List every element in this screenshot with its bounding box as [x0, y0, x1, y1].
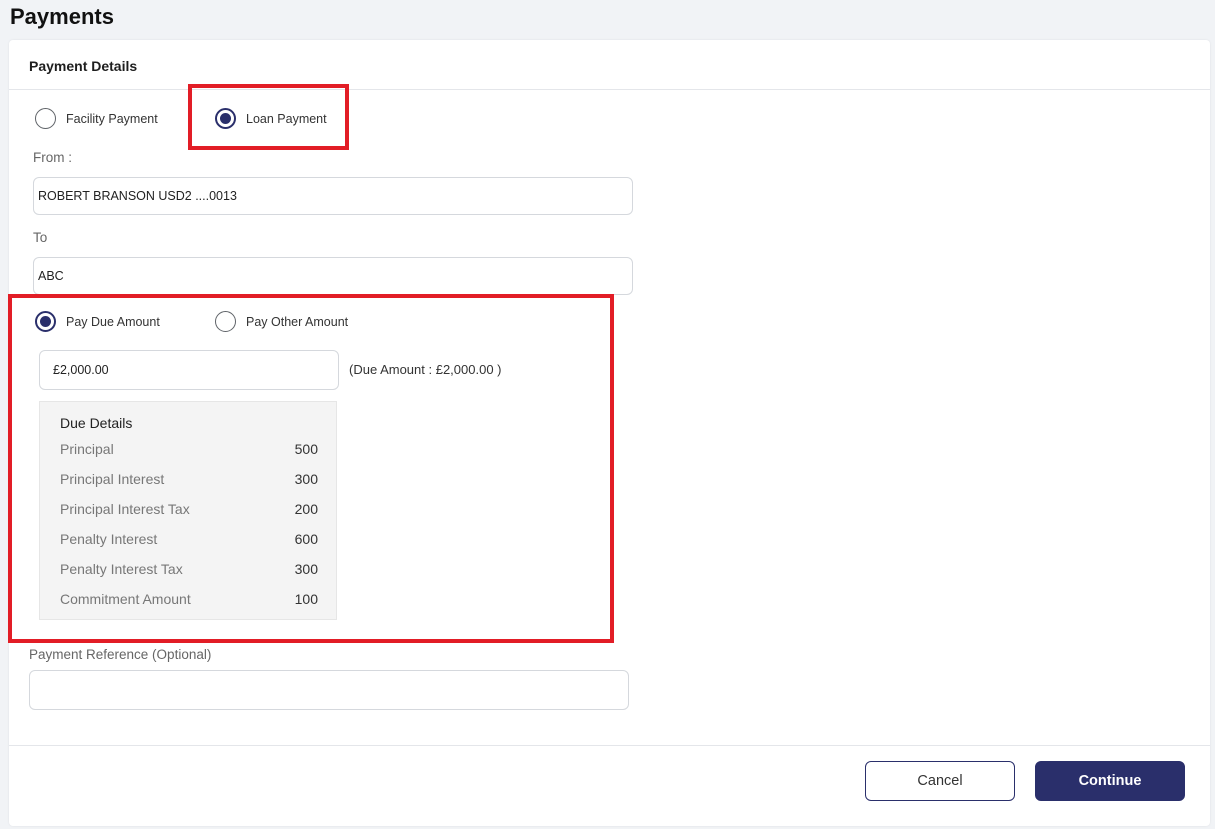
cancel-button[interactable]: Cancel: [865, 761, 1015, 801]
amount-field[interactable]: [39, 350, 339, 390]
due-row-principal: Principal 500: [60, 441, 318, 457]
due-row-value: 300: [294, 471, 318, 487]
due-row-label: Penalty Interest Tax: [60, 561, 183, 577]
due-row-principal-interest-tax: Principal Interest Tax 200: [60, 501, 318, 517]
due-row-label: Commitment Amount: [60, 591, 191, 607]
page-title: Payments: [10, 4, 114, 29]
pay-other-amount-radio-circle[interactable]: [215, 311, 236, 332]
due-row-commitment-amount: Commitment Amount 100: [60, 591, 318, 607]
due-row-value: 600: [294, 531, 318, 547]
payment-reference-field[interactable]: [29, 670, 629, 710]
facility-payment-radio[interactable]: Facility Payment: [35, 108, 158, 129]
due-row-value: 200: [294, 501, 318, 517]
pay-other-amount-label: Pay Other Amount: [246, 314, 349, 329]
loan-payment-radio[interactable]: Loan Payment: [215, 108, 327, 129]
due-row-principal-interest: Principal Interest 300: [60, 471, 318, 487]
due-row-value: 300: [294, 561, 318, 577]
loan-payment-radio-circle[interactable]: [215, 108, 236, 129]
due-row-value: 100: [294, 591, 318, 607]
due-row-label: Principal Interest: [60, 471, 165, 487]
pay-other-amount-radio[interactable]: Pay Other Amount: [215, 311, 348, 332]
pay-due-amount-radio[interactable]: Pay Due Amount: [35, 311, 160, 332]
due-details-title: Due Details: [60, 415, 133, 431]
pay-due-amount-radio-circle[interactable]: [35, 311, 56, 332]
card-header: Payment Details: [9, 40, 1210, 90]
from-account-field[interactable]: [33, 177, 633, 215]
footer-divider: [9, 745, 1210, 746]
card-title: Payment Details: [29, 58, 138, 74]
facility-payment-label: Facility Payment: [66, 111, 158, 126]
to-label: To: [33, 230, 48, 245]
due-row-label: Principal Interest Tax: [60, 501, 190, 517]
facility-payment-radio-circle[interactable]: [35, 108, 56, 129]
payment-reference-label: Payment Reference (Optional): [29, 647, 212, 662]
due-row-penalty-interest-tax: Penalty Interest Tax 300: [60, 561, 318, 577]
to-account-field[interactable]: [33, 257, 633, 295]
due-row-label: Principal: [60, 441, 114, 457]
due-details-panel: Due Details Principal 500 Principal Inte…: [39, 401, 337, 620]
due-row-penalty-interest: Penalty Interest 600: [60, 531, 318, 547]
payment-details-card: Payment Details Facility Payment Loan Pa…: [9, 40, 1210, 826]
pay-due-amount-label: Pay Due Amount: [66, 314, 160, 329]
due-row-label: Penalty Interest: [60, 531, 158, 547]
due-row-value: 500: [294, 441, 318, 457]
due-amount-note: (Due Amount : £2,000.00 ): [349, 362, 502, 377]
continue-button[interactable]: Continue: [1035, 761, 1185, 801]
loan-payment-label: Loan Payment: [246, 111, 327, 126]
from-label: From :: [33, 150, 72, 165]
